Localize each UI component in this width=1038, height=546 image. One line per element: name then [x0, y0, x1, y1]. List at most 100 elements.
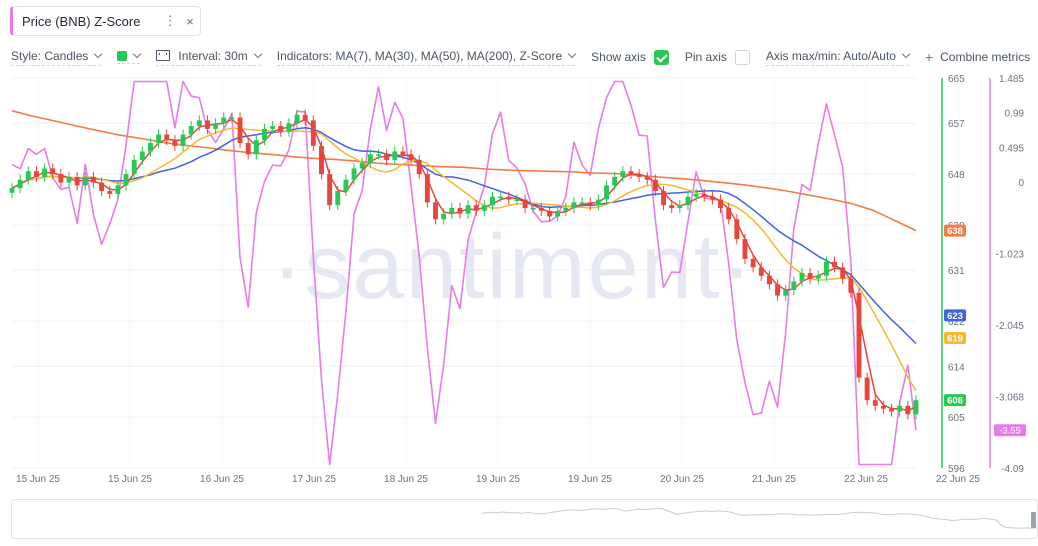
candle	[571, 197, 577, 214]
interval-select[interactable]: Interval: 30m	[156, 48, 262, 66]
price-tick-label: 631	[948, 266, 965, 277]
candle-body	[758, 267, 764, 276]
candle-body	[376, 154, 381, 156]
candle-body	[571, 202, 577, 208]
santiment-watermark: ·santiment·	[272, 216, 754, 318]
zscore-badge: -3.55	[994, 424, 1026, 437]
candle	[343, 174, 349, 197]
price-badge-label: 638	[947, 226, 963, 237]
chevron-down-icon	[253, 49, 262, 58]
candle	[815, 270, 821, 284]
pin-axis-toggle[interactable]: Pin axis	[684, 49, 750, 65]
candle	[856, 287, 862, 383]
candle	[335, 185, 341, 211]
candle-body	[107, 191, 113, 194]
candle-body	[701, 193, 707, 197]
candle-body	[433, 202, 438, 220]
close-icon[interactable]: ×	[180, 14, 200, 29]
candle-body	[66, 176, 72, 183]
candle	[522, 194, 528, 214]
pin-axis-checkbox[interactable]	[734, 49, 750, 65]
candle-body	[685, 196, 691, 206]
metric-tab[interactable]: Price (BNB) Z-Score ⋮ ×	[10, 6, 201, 36]
combine-metrics-label: Combine metrics	[940, 50, 1031, 64]
candle-body	[196, 120, 202, 127]
candle	[9, 183, 15, 198]
candle	[905, 400, 911, 420]
candle	[538, 202, 544, 216]
candle-body	[278, 126, 284, 132]
candle-body	[766, 275, 772, 285]
candle-body	[424, 174, 430, 203]
candle-body	[807, 273, 813, 279]
candle	[310, 115, 316, 151]
candle-body	[221, 117, 227, 124]
plus-icon: +	[924, 49, 934, 65]
candle	[213, 118, 219, 134]
candle	[319, 140, 324, 180]
candle-body	[913, 400, 919, 415]
candle-body	[644, 176, 650, 180]
price-tick-label: 614	[948, 362, 965, 373]
axis-minmax-select[interactable]: Axis max/min: Auto/Auto	[765, 48, 911, 66]
candle-body	[131, 159, 137, 175]
candle	[253, 135, 259, 160]
kebab-menu-icon[interactable]: ⋮	[160, 13, 180, 29]
price-badge-label: 623	[947, 311, 963, 322]
candle-body	[229, 117, 235, 120]
candle-body	[205, 120, 210, 129]
candle-body	[351, 168, 357, 180]
zscore-tick-label: -2.045	[996, 321, 1025, 332]
candle-body	[343, 179, 349, 192]
candle-body	[897, 405, 903, 412]
candle-body	[791, 281, 797, 290]
candle	[384, 149, 390, 166]
candle	[237, 112, 243, 149]
price-tick-label: 657	[948, 119, 965, 130]
candle	[636, 169, 642, 182]
candle-body	[815, 275, 821, 279]
ma200-line	[11, 110, 917, 232]
combine-metrics-button[interactable]: + Combine metrics	[925, 49, 1030, 65]
show-axis-toggle[interactable]: Show axis	[591, 49, 669, 65]
candle	[612, 171, 618, 191]
candle-body	[42, 168, 48, 177]
indicators-select[interactable]: Indicators: MA(7), MA(30), MA(50), MA(20…	[276, 49, 577, 66]
candle-body	[294, 114, 300, 124]
candle-body	[587, 202, 593, 206]
x-tick-label: 21 Jun 25	[752, 474, 796, 485]
candle-body	[669, 205, 675, 208]
navigator-handle	[1031, 512, 1036, 528]
candle-body	[620, 171, 626, 177]
show-axis-checkbox[interactable]	[653, 49, 669, 65]
candle	[864, 372, 870, 406]
candle-body	[33, 171, 39, 177]
candle-body	[563, 208, 569, 211]
candle	[286, 118, 292, 137]
color-select[interactable]	[117, 49, 142, 64]
zscore-tick-label: 0	[1018, 178, 1024, 189]
candle-body	[726, 208, 732, 220]
candle-body	[115, 185, 121, 194]
pin-axis-label: Pin axis	[684, 50, 727, 64]
x-tick-label: 18 Jun 25	[384, 474, 428, 485]
candle	[58, 169, 64, 188]
candle-body	[490, 196, 495, 206]
price-badge: 638	[944, 224, 966, 237]
chart-navigator[interactable]	[11, 499, 1038, 539]
candle	[840, 262, 846, 284]
candle	[327, 169, 333, 211]
candle-body	[335, 191, 341, 206]
candle	[139, 146, 145, 166]
axis-minmax-label: Axis max/min: Auto/Auto	[765, 48, 896, 63]
candle-body	[58, 174, 64, 183]
interval-select-label: Interval: 30m	[178, 48, 248, 63]
candle-body	[164, 134, 170, 141]
candle	[416, 154, 422, 180]
navigator-minimap[interactable]	[12, 500, 1038, 539]
style-select[interactable]: Style: Candles	[11, 49, 103, 66]
candle-body	[172, 140, 178, 146]
zscore-tick-label: 0.495	[999, 143, 1024, 154]
candle-body	[50, 168, 56, 175]
price-chart[interactable]: ·santiment· 6656576486396316226146055961…	[0, 68, 1038, 488]
